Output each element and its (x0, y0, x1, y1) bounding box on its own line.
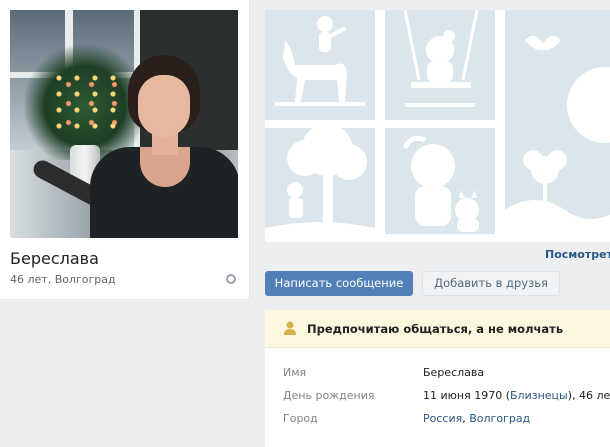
view-cover-link[interactable]: Посмотрет (545, 248, 610, 261)
status-bar: Предпочитаю общаться, а не молчать (265, 310, 610, 348)
add-friend-button[interactable]: Добавить в друзья (422, 271, 560, 296)
horse-rider-icon (275, 16, 365, 106)
info-label-name: Имя (283, 366, 307, 379)
photo-face (138, 75, 190, 137)
swing-child-icon (403, 10, 479, 107)
info-panel: Предпочитаю общаться, а не молчать Имя Б… (265, 310, 610, 447)
zodiac-link[interactable]: Близнецы (510, 389, 568, 402)
profile-meta: 46 лет, Волгоград (10, 273, 116, 286)
girl-cat-icon (385, 135, 495, 242)
info-value-birthday: 11 июня 1970 (Близнецы), 46 лет (423, 389, 610, 402)
birthday-date: 11 июня 1970 ( (423, 389, 510, 402)
cover-tile-swing (385, 10, 495, 120)
cover-collage[interactable] (265, 10, 610, 242)
info-value-city: Россия, Волгоград (423, 412, 530, 425)
info-label-birthday: День рождения (283, 389, 375, 402)
cover-tile-tree (265, 128, 375, 242)
photo-person (30, 55, 238, 238)
city-link[interactable]: Волгоград (469, 412, 530, 425)
cover-tile-horse (265, 10, 375, 120)
status-text: Предпочитаю общаться, а не молчать (307, 322, 564, 336)
person-icon (284, 321, 296, 335)
profile-photo[interactable] (10, 10, 238, 238)
info-value-name: Береслава (423, 366, 485, 379)
write-message-button[interactable]: Написать сообщение (265, 271, 413, 296)
online-status-icon (226, 274, 236, 284)
info-label-city: Город (283, 412, 318, 425)
profile-name: Береслава (10, 249, 99, 268)
butterfly-flower-icon (505, 35, 610, 242)
country-link[interactable]: Россия (423, 412, 462, 425)
tree-child-icon (265, 128, 375, 242)
profile-card: Береслава 46 лет, Волгоград (0, 0, 250, 300)
cover-tile-girl-cat (385, 128, 495, 242)
cover-tile-flower (505, 10, 610, 242)
birthday-age: ), 46 лет (567, 389, 610, 402)
